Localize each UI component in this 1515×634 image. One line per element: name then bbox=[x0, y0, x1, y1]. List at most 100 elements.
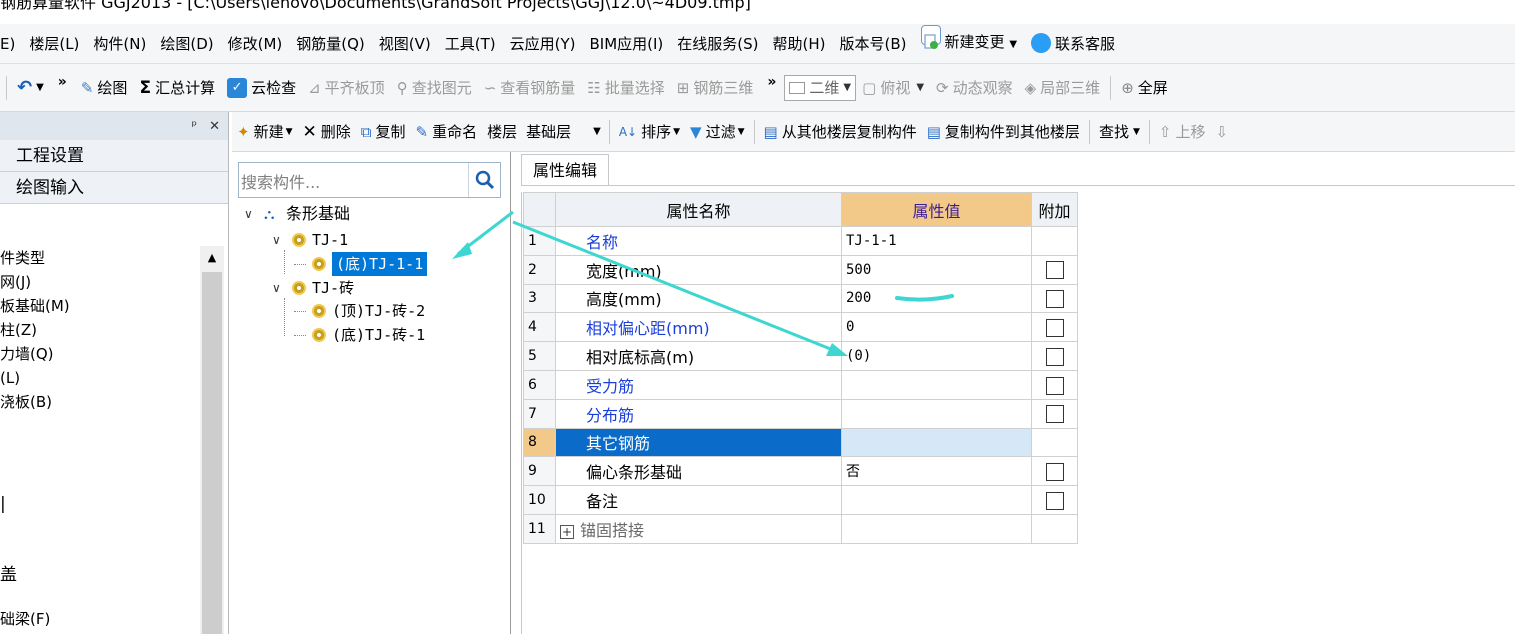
extra-cell[interactable] bbox=[1031, 341, 1078, 371]
table-row[interactable]: 3 高度(mm) 200 bbox=[523, 283, 1078, 314]
property-name[interactable]: 宽度(mm) bbox=[555, 254, 842, 285]
find-element-button[interactable]: ⚲ 查找图元 bbox=[391, 73, 478, 103]
property-name[interactable]: 受力筋 bbox=[555, 369, 842, 400]
search-input[interactable]: 搜索构件... bbox=[238, 162, 501, 198]
property-value[interactable] bbox=[841, 485, 1032, 515]
property-name[interactable]: 名称 bbox=[555, 226, 842, 256]
extra-cell[interactable] bbox=[1031, 369, 1078, 400]
extra-checkbox[interactable] bbox=[1045, 319, 1064, 338]
list-item[interactable]: 件类型 bbox=[0, 246, 200, 270]
list-item[interactable]: | bbox=[0, 494, 6, 514]
property-value[interactable] bbox=[841, 398, 1032, 429]
table-row[interactable]: 7 分布筋 bbox=[523, 398, 1078, 429]
menu-item-rebar[interactable]: 钢筋量(Q) bbox=[289, 24, 372, 64]
table-row[interactable]: 4 相对偏心距(mm) 0 bbox=[523, 312, 1078, 343]
extra-checkbox[interactable] bbox=[1045, 463, 1064, 482]
scrollbar[interactable]: ▲ bbox=[200, 246, 224, 634]
batch-select-button[interactable]: ☷ 批量选择 bbox=[581, 73, 670, 103]
property-name[interactable]: 相对偏心距(mm) bbox=[555, 312, 842, 343]
column-header-name[interactable]: 属性名称 bbox=[555, 192, 842, 227]
property-name[interactable]: 相对底标高(m) bbox=[555, 341, 842, 371]
extra-cell[interactable] bbox=[1031, 283, 1078, 314]
property-name[interactable]: 分布筋 bbox=[555, 398, 842, 429]
property-value[interactable]: 否 bbox=[841, 456, 1032, 487]
extra-cell[interactable] bbox=[1031, 254, 1078, 285]
property-value[interactable]: 200 bbox=[841, 283, 1032, 314]
property-value[interactable]: 500 bbox=[841, 254, 1032, 285]
menu-item-online[interactable]: 在线服务(S) bbox=[670, 24, 765, 64]
menu-item-view[interactable]: 视图(V) bbox=[372, 24, 438, 64]
menu-item-bim[interactable]: BIM应用(I) bbox=[583, 24, 671, 64]
new-change-menu[interactable]: 新建变更 ▼ bbox=[914, 22, 1025, 65]
chevron-up-icon[interactable]: ▲ bbox=[200, 246, 224, 270]
pin-icon[interactable]: ᵖ bbox=[192, 119, 198, 134]
menu-item-edit[interactable]: E) bbox=[0, 24, 22, 64]
property-name[interactable]: 偏心条形基础 bbox=[555, 456, 842, 487]
table-row[interactable]: 9 偏心条形基础 否 bbox=[523, 456, 1078, 487]
tree-node-tj1-1-selected[interactable]: (底)TJ-1-1 bbox=[294, 251, 429, 277]
property-value[interactable]: (0) bbox=[841, 341, 1032, 371]
align-slab-top-button[interactable]: ⊿ 平齐板顶 bbox=[302, 73, 391, 103]
dynamic-view-button[interactable]: ⟳ 动态观察 bbox=[930, 73, 1019, 103]
close-icon[interactable]: ✕ bbox=[209, 119, 220, 134]
table-row[interactable]: 11 + 锚固搭接 bbox=[523, 513, 1078, 544]
extra-checkbox[interactable] bbox=[1045, 347, 1064, 366]
menu-item-help[interactable]: 帮助(H) bbox=[766, 24, 833, 64]
contact-service-menu[interactable]: 联系客服 bbox=[1024, 24, 1122, 64]
property-value[interactable] bbox=[841, 369, 1032, 400]
property-name-group[interactable]: + 锚固搭接 bbox=[555, 513, 842, 544]
move-down-button[interactable]: ⇩ bbox=[1210, 117, 1237, 147]
extra-checkbox[interactable] bbox=[1045, 376, 1064, 395]
undo-button[interactable]: ↶ ▼ bbox=[11, 73, 50, 103]
scrollbar-thumb[interactable] bbox=[202, 272, 222, 634]
table-row[interactable]: 1 名称 TJ-1-1 bbox=[523, 226, 1078, 256]
top-view-button[interactable]: ▢ 俯视 ▼ bbox=[856, 73, 930, 103]
list-item[interactable]: 盖 bbox=[0, 560, 17, 585]
extra-checkbox[interactable] bbox=[1045, 491, 1064, 510]
table-row[interactable]: 5 相对底标高(m) (0) bbox=[523, 341, 1078, 371]
view-mode-select[interactable]: 二维 ▼ bbox=[784, 74, 857, 101]
view-rebar-button[interactable]: ∽ 查看钢筋量 bbox=[478, 73, 582, 103]
list-item[interactable]: 浇板(B) bbox=[0, 390, 200, 414]
menu-item-tools[interactable]: 工具(T) bbox=[438, 24, 503, 64]
extra-checkbox[interactable] bbox=[1045, 261, 1064, 280]
search-button[interactable] bbox=[468, 163, 500, 197]
local-3d-button[interactable]: ◈ 局部三维 bbox=[1019, 73, 1107, 103]
rebar-3d-button[interactable]: ⊞ 钢筋三维 bbox=[671, 73, 760, 103]
extra-checkbox[interactable] bbox=[1045, 405, 1064, 424]
extra-cell[interactable] bbox=[1031, 312, 1078, 343]
property-name[interactable]: 高度(mm) bbox=[555, 283, 842, 314]
table-row[interactable]: 2 宽度(mm) 500 bbox=[523, 254, 1078, 285]
extra-cell[interactable] bbox=[1031, 398, 1078, 429]
tree-node-tj-brick[interactable]: ∨ TJ-砖 bbox=[272, 276, 354, 300]
new-component-button[interactable]: ✦ 新建 ▼ bbox=[232, 117, 298, 147]
menu-item-version[interactable]: 版本号(B) bbox=[833, 24, 914, 64]
floor-select[interactable]: 基础层 ▼ bbox=[522, 119, 605, 145]
cloud-check-button[interactable]: ✓ 云检查 bbox=[221, 73, 302, 103]
list-item[interactable]: 网(J) bbox=[0, 270, 200, 294]
extra-cell[interactable] bbox=[1031, 456, 1078, 487]
copy-from-other-floor-button[interactable]: ▤ 从其他楼层复制构件 bbox=[759, 117, 922, 147]
list-item[interactable]: 础梁(F) bbox=[0, 608, 50, 629]
table-row[interactable]: 10 备注 bbox=[523, 485, 1078, 515]
table-row-selected[interactable]: 8 其它钢筋 bbox=[523, 427, 1078, 458]
nav-project-settings[interactable]: 工程设置 bbox=[0, 140, 228, 172]
menu-item-modify[interactable]: 修改(M) bbox=[221, 24, 290, 64]
move-up-button[interactable]: ⇧ 上移 bbox=[1154, 117, 1211, 147]
copy-button[interactable]: ⧉ 复制 bbox=[356, 117, 411, 147]
list-item[interactable]: (L) bbox=[0, 366, 200, 390]
list-item[interactable]: 柱(Z) bbox=[0, 318, 200, 342]
copy-to-other-floor-button[interactable]: ▤ 复制构件到其他楼层 bbox=[922, 117, 1085, 147]
property-value[interactable]: 0 bbox=[841, 312, 1032, 343]
tree-node-tj-brick-2[interactable]: (顶)TJ-砖-2 bbox=[294, 299, 425, 323]
property-value[interactable]: TJ-1-1 bbox=[841, 226, 1032, 256]
menu-item-floor[interactable]: 楼层(L) bbox=[22, 24, 86, 64]
column-header-extra[interactable]: 附加 bbox=[1031, 192, 1078, 227]
list-item[interactable]: 板基础(M) bbox=[0, 294, 200, 318]
draw-button[interactable]: ✎ 绘图 bbox=[75, 73, 134, 103]
extra-checkbox[interactable] bbox=[1045, 290, 1064, 309]
find-button[interactable]: 查找 ▼ bbox=[1094, 117, 1145, 147]
nav-drawing-input[interactable]: 绘图输入 bbox=[0, 172, 228, 204]
property-name[interactable]: 其它钢筋 bbox=[555, 427, 842, 458]
tab-property-edit[interactable]: 属性编辑 bbox=[521, 154, 609, 186]
